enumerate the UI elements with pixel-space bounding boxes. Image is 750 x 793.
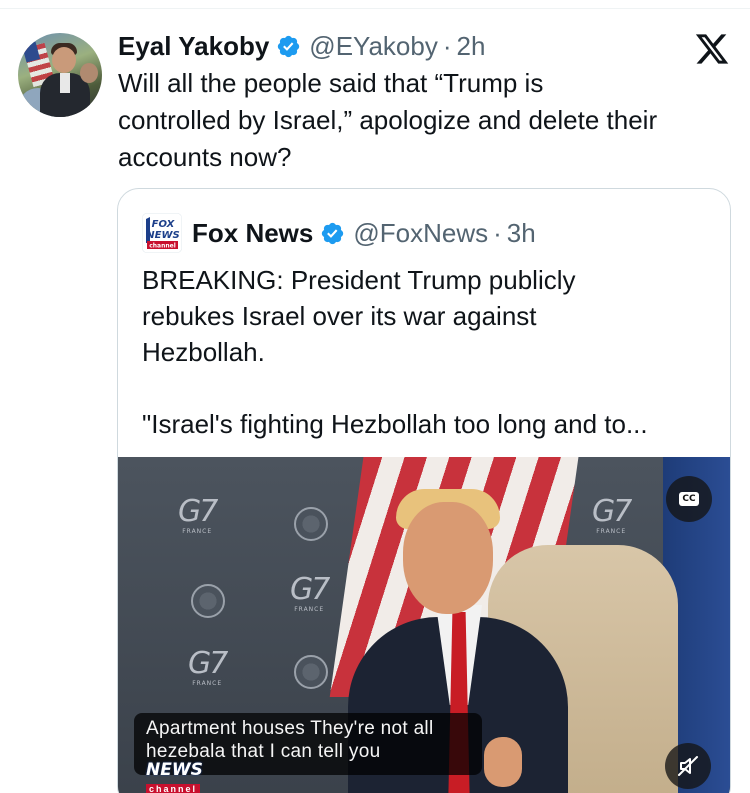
author-handle[interactable]: @EYakoby bbox=[309, 31, 438, 62]
closed-captions-icon: CC bbox=[679, 492, 699, 506]
presidential-seal bbox=[294, 655, 328, 689]
quoted-text-line: BREAKING: President Trump publicly bbox=[142, 265, 576, 295]
author-name[interactable]: Eyal Yakoby bbox=[118, 31, 269, 62]
speaker-hand bbox=[484, 737, 522, 787]
author-avatar[interactable] bbox=[18, 33, 102, 117]
fox-news-logo-avatar[interactable]: FOX NEWS channel bbox=[142, 213, 182, 253]
separator-dot: · bbox=[493, 217, 502, 248]
video-player[interactable]: G7 FRANCE G7 FRANCE G7 FRANCE G7 FRANCE … bbox=[118, 457, 730, 793]
presidential-seal bbox=[294, 507, 328, 541]
g7-backdrop-logo: G7 FRANCE bbox=[592, 494, 632, 535]
x-logo-icon[interactable] bbox=[694, 31, 730, 67]
mute-toggle-button[interactable] bbox=[665, 743, 711, 789]
tweet-header: Eyal Yakoby @EYakoby · 2h bbox=[118, 28, 485, 64]
speaker-face bbox=[403, 502, 493, 614]
tweet-text: Will all the people said that “Trump is … bbox=[118, 65, 733, 176]
top-divider bbox=[0, 8, 750, 9]
quoted-tweet-time[interactable]: 3h bbox=[507, 218, 536, 249]
quoted-tweet-text: BREAKING: President Trump publicly rebuk… bbox=[142, 262, 712, 442]
tweet-text-line: accounts now? bbox=[118, 142, 292, 172]
quoted-tweet-header: FOX NEWS channel Fox News @FoxNews · 3h bbox=[142, 213, 536, 253]
g7-backdrop-logo: G7 FRANCE bbox=[178, 494, 218, 535]
verified-badge-icon[interactable] bbox=[320, 221, 345, 246]
fox-logo-top-text: FOX bbox=[152, 219, 176, 230]
quoted-tweet-card[interactable]: FOX NEWS channel Fox News @FoxNews · 3h … bbox=[117, 188, 731, 793]
quoted-author-handle[interactable]: @FoxNews bbox=[353, 218, 488, 249]
fox-logo-middle-text: NEWS bbox=[146, 230, 179, 241]
fox-news-watermark: NEWS channel bbox=[146, 760, 203, 793]
sound-muted-icon bbox=[678, 756, 698, 776]
quoted-text-line: Hezbollah. bbox=[142, 337, 265, 367]
tweet-text-line: Will all the people said that “Trump is bbox=[118, 68, 544, 98]
fox-logo-bottom-text: channel bbox=[149, 243, 176, 250]
separator-dot: · bbox=[442, 30, 452, 61]
caption-line: Apartment houses They're not all bbox=[146, 718, 434, 739]
g7-backdrop-logo: G7 FRANCE bbox=[188, 646, 228, 687]
verified-badge-icon[interactable] bbox=[276, 34, 301, 59]
presidential-seal bbox=[191, 584, 225, 618]
tweet-text-line: controlled by Israel,” apologize and del… bbox=[118, 105, 658, 135]
g7-backdrop-logo: G7 FRANCE bbox=[290, 572, 330, 613]
quoted-text-line: rebukes Israel over its war against bbox=[142, 301, 537, 331]
tweet-time[interactable]: 2h bbox=[457, 31, 486, 62]
quoted-author-name[interactable]: Fox News bbox=[192, 218, 313, 249]
closed-captions-button[interactable]: CC bbox=[666, 476, 712, 522]
quoted-text-truncated: "Israel's fighting Hezbollah too long an… bbox=[142, 409, 648, 439]
